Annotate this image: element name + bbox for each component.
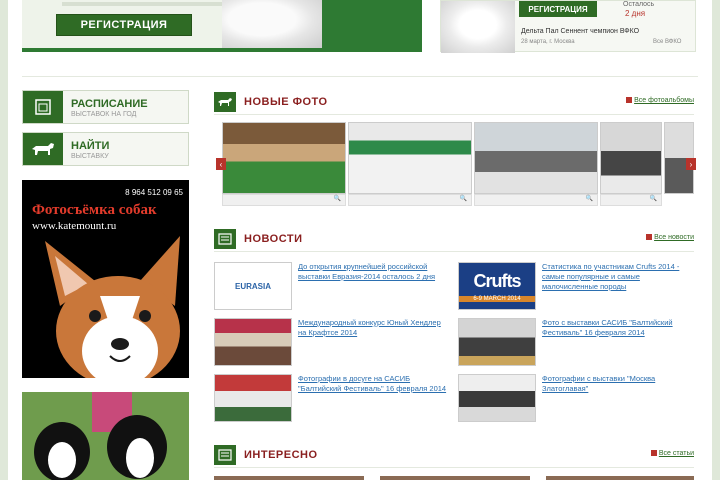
banner-dog-image (222, 0, 322, 48)
find-show-button[interactable]: НАЙТИ ВЫСТАВКУ (22, 132, 189, 166)
news-item[interactable]: Фотографии в досуге на САСИБ "Балтийский… (214, 374, 450, 422)
all-articles-link[interactable]: Все статьи (650, 450, 694, 457)
photo-caption: 🔍 (222, 194, 346, 206)
news-link[interactable]: Фото с выставки САСИБ "Балтийский Фестив… (542, 318, 692, 338)
article-thumb[interactable] (380, 476, 530, 480)
news-thumb (458, 374, 536, 422)
news-link[interactable]: Фотографии с выставки "Москва Златоглава… (542, 374, 692, 394)
schedule-button[interactable]: РАСПИСАНИЕ ВЫСТАВОК НА ГОД (22, 90, 189, 124)
news-link[interactable]: До открытия крупнейшей российской выстав… (298, 262, 448, 282)
chevron-right-icon[interactable]: › (686, 158, 696, 170)
section-title: НОВЫЕ ФОТО (244, 96, 328, 108)
interesting-header: ИНТЕРЕСНО Все статьи (214, 445, 694, 465)
all-news-link[interactable]: Все новости (646, 234, 694, 241)
eurasia-logo: EURASIA (234, 281, 271, 291)
news-thumb (214, 318, 292, 366)
banner-text-line (62, 2, 242, 6)
countdown-label: Осталось (623, 1, 655, 8)
news-header: НОВОСТИ Все новости (214, 229, 694, 249)
news-item[interactable]: EURASIA До открытия крупнейшей российско… (214, 262, 450, 310)
top-banner-left[interactable]: РЕГИСТРАЦИЯ (22, 0, 422, 52)
photo-thumb[interactable] (222, 122, 346, 194)
ad-url: www.katemount.ru (32, 220, 117, 232)
photo-caption: 🔍 (600, 194, 662, 206)
dog-photo-ad[interactable] (22, 392, 189, 480)
crufts-logo: Crufts (473, 270, 522, 291)
section-divider (214, 467, 694, 468)
calendar-icon (23, 91, 63, 123)
dog-icon (214, 92, 236, 112)
dog-icon (23, 133, 63, 165)
link-icon (646, 234, 653, 241)
banner-dog-image (441, 1, 515, 53)
news-item[interactable]: Фото с выставки САСИБ "Балтийский Фестив… (458, 318, 694, 366)
photo-thumb[interactable] (474, 122, 598, 194)
register-button[interactable]: РЕГИСТРАЦИЯ (56, 14, 192, 36)
ad-phone: 8 964 512 09 65 (125, 188, 183, 197)
news-item[interactable]: Фотографии с выставки "Москва Златоглава… (458, 374, 694, 422)
find-subtitle: ВЫСТАВКУ (71, 153, 109, 160)
list-icon (214, 445, 236, 465)
register-button-small[interactable]: РЕГИСТРАЦИЯ (519, 1, 597, 17)
photography-ad[interactable]: 8 964 512 09 65 Фотосъёмка собак www.kat… (22, 180, 189, 378)
top-banner-right[interactable]: РЕГИСТРАЦИЯ Осталось 2 дня Дельта Пал Се… (440, 0, 696, 53)
all-shows-link[interactable]: Все ВФКО (653, 39, 681, 45)
news-link[interactable]: Статистика по участникам Crufts 2014 - с… (542, 262, 692, 292)
photo-caption: 🔍 (348, 194, 472, 206)
all-news-label: Все новости (654, 234, 694, 241)
all-articles-label: Все статьи (658, 450, 694, 457)
news-thumb (214, 374, 292, 422)
link-icon (626, 97, 633, 104)
news-thumb (458, 318, 536, 366)
news-link[interactable]: Фотографии в досуге на САСИБ "Балтийский… (298, 374, 448, 394)
photo-strip: 🔍 🔍 🔍 🔍 ‹ › (216, 122, 696, 206)
news-link[interactable]: Международный конкурс Юный Хендлер на Кр… (298, 318, 448, 338)
schedule-subtitle: ВЫСТАВОК НА ГОД (71, 111, 137, 118)
page-border-right (712, 0, 720, 480)
news-thumb: EURASIA (214, 262, 292, 310)
article-thumb[interactable] (214, 476, 364, 480)
photo-thumb[interactable] (600, 122, 662, 194)
corgi-image (45, 236, 180, 378)
news-thumb: Crufts 6-9 MARCH 2014 (458, 262, 536, 310)
all-albums-label: Все фотоальбомы (634, 97, 694, 104)
list-icon (214, 229, 236, 249)
all-albums-link[interactable]: Все фотоальбомы (626, 97, 694, 104)
countdown-days: 2 дня (625, 9, 646, 18)
find-title: НАЙТИ (71, 140, 110, 152)
section-divider (214, 114, 694, 115)
section-title: ИНТЕРЕСНО (244, 449, 318, 461)
news-item[interactable]: Международный конкурс Юный Хендлер на Кр… (214, 318, 450, 366)
link-icon (650, 450, 657, 457)
collie-image (22, 392, 189, 480)
ad-headline: Фотосъёмка собак (32, 202, 157, 218)
page-content: РЕГИСТРАЦИЯ РЕГИСТРАЦИЯ Осталось 2 дня Д… (8, 0, 712, 480)
schedule-title: РАСПИСАНИЕ (71, 98, 148, 110)
new-photos-header: НОВЫЕ ФОТО Все фотоальбомы (214, 92, 694, 112)
news-item[interactable]: Crufts 6-9 MARCH 2014 Статистика по учас… (458, 262, 694, 310)
page-border-left (0, 0, 8, 480)
section-divider (214, 251, 694, 252)
header-divider (22, 76, 698, 77)
article-thumb[interactable] (546, 476, 694, 480)
crufts-date: 6-9 MARCH 2014 (459, 295, 535, 302)
chevron-left-icon[interactable]: ‹ (216, 158, 226, 170)
section-title: НОВОСТИ (244, 233, 303, 245)
photo-caption: 🔍 (474, 194, 598, 206)
photo-thumb[interactable] (348, 122, 472, 194)
show-date: 28 марта, г. Москва (521, 39, 575, 45)
show-title-link[interactable]: Дельта Пал Сеннент чемпион ВФКО (521, 28, 639, 35)
